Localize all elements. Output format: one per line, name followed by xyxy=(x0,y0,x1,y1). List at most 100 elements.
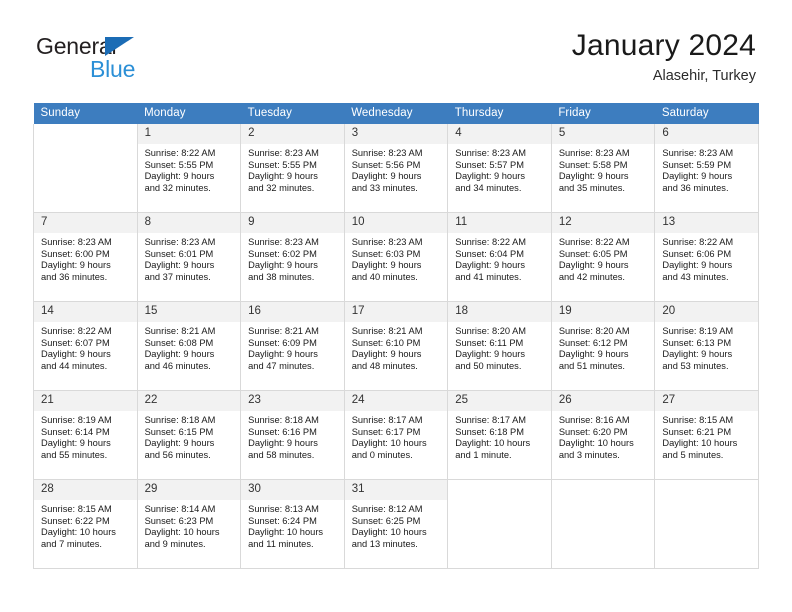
sunset-text: Sunset: 6:14 PM xyxy=(41,426,110,437)
day-number: 5 xyxy=(551,124,655,144)
sunset-text: Sunset: 6:13 PM xyxy=(662,337,732,348)
calendar-day-cell[interactable]: 5 Sunrise: 8:23 AM Sunset: 5:58 PM Daylight… xyxy=(551,124,656,213)
calendar-empty-cell xyxy=(551,479,656,569)
calendar-day-cell[interactable]: 20 Sunrise: 8:19 AM Sunset: 6:13 PM Dayligh… xyxy=(654,301,759,391)
daylight-text-line2: and 48 minutes. xyxy=(351,360,418,371)
day-number: 18 xyxy=(448,302,551,322)
sunset-text: Sunset: 6:09 PM xyxy=(248,337,317,348)
calendar-day-cell[interactable]: 27 Sunrise: 8:15 AM Sunset: 6:21 PM Dayligh… xyxy=(654,390,759,480)
day-details: Sunrise: 8:20 AM Sunset: 6:12 PM Daylight:… xyxy=(552,322,655,372)
calendar-day-cell[interactable]: 31 Sunrise: 8:12 AM Sunset: 6:25 PM Dayligh… xyxy=(344,479,449,569)
calendar-day-cell[interactable]: 24 Sunrise: 8:17 AM Sunset: 6:17 PM Dayligh… xyxy=(344,390,449,480)
sunset-text: Sunset: 6:00 PM xyxy=(41,248,110,259)
calendar-day-cell[interactable]: 29 Sunrise: 8:14 AM Sunset: 6:23 PM Dayligh… xyxy=(137,479,242,569)
calendar-day-cell[interactable]: 23 Sunrise: 8:18 AM Sunset: 6:16 PM Dayligh… xyxy=(240,390,345,480)
sunset-text: Sunset: 6:01 PM xyxy=(144,248,214,259)
sunrise-text: Sunrise: 8:23 AM xyxy=(248,148,319,158)
daylight-text-line1: Daylight: 9 hours xyxy=(144,260,215,271)
day-details: Sunrise: 8:18 AM Sunset: 6:15 PM Daylight:… xyxy=(138,411,241,461)
day-details: Sunrise: 8:23 AM Sunset: 5:57 PM Daylight:… xyxy=(448,144,551,194)
daylight-text-line1: Daylight: 9 hours xyxy=(558,349,629,360)
calendar-day-cell[interactable]: 12 Sunrise: 8:22 AM Sunset: 6:05 PM Dayligh… xyxy=(551,212,656,302)
calendar-day-cell[interactable]: 19 Sunrise: 8:20 AM Sunset: 6:12 PM Dayligh… xyxy=(551,301,656,391)
day-number: 26 xyxy=(551,391,655,411)
day-details: Sunrise: 8:19 AM Sunset: 6:14 PM Daylight:… xyxy=(34,411,137,461)
sunset-text: Sunset: 6:21 PM xyxy=(662,426,732,437)
day-number: 4 xyxy=(448,124,551,144)
calendar-day-cell[interactable]: 1 Sunrise: 8:22 AM Sunset: 5:55 PM Daylight… xyxy=(137,124,242,213)
calendar-day-cell[interactable]: 2 Sunrise: 8:23 AM Sunset: 5:55 PM Daylight… xyxy=(240,124,345,213)
daylight-text-line2: and 38 minutes. xyxy=(248,271,315,282)
daylight-text-line1: Daylight: 9 hours xyxy=(41,349,111,360)
calendar-day-cell[interactable]: 25 Sunrise: 8:17 AM Sunset: 6:18 PM Dayligh… xyxy=(447,390,552,480)
calendar-empty-cell xyxy=(654,479,759,569)
day-number: 21 xyxy=(34,391,137,411)
daylight-text-line1: Daylight: 9 hours xyxy=(351,171,422,182)
calendar-day-cell[interactable]: 6 Sunrise: 8:23 AM Sunset: 5:59 PM Daylight… xyxy=(654,124,759,213)
calendar-page: General Blue January 2024 Alasehir, Turk… xyxy=(0,0,792,612)
daylight-text-line1: Daylight: 9 hours xyxy=(144,438,215,449)
calendar-day-cell[interactable]: 4 Sunrise: 8:23 AM Sunset: 5:57 PM Daylight… xyxy=(447,124,552,213)
daylight-text-line2: and 3 minutes. xyxy=(558,449,620,460)
daylight-text-line1: Daylight: 9 hours xyxy=(248,171,318,182)
calendar-day-cell[interactable]: 22 Sunrise: 8:18 AM Sunset: 6:15 PM Dayligh… xyxy=(137,390,242,480)
calendar-day-cell[interactable]: 18 Sunrise: 8:20 AM Sunset: 6:11 PM Dayligh… xyxy=(447,301,552,391)
daylight-text-line2: and 42 minutes. xyxy=(558,271,625,282)
daylight-text-line2: and 36 minutes. xyxy=(41,271,108,282)
daylight-text-line2: and 58 minutes. xyxy=(248,449,315,460)
daylight-text-line2: and 7 minutes. xyxy=(41,538,102,549)
day-number: 11 xyxy=(448,213,551,233)
sunset-text: Sunset: 6:06 PM xyxy=(662,248,732,259)
day-number xyxy=(551,480,655,500)
calendar-day-cell[interactable]: 15 Sunrise: 8:21 AM Sunset: 6:08 PM Dayligh… xyxy=(137,301,242,391)
daylight-text-line1: Daylight: 10 hours xyxy=(558,438,634,449)
daylight-text-line1: Daylight: 9 hours xyxy=(248,349,318,360)
day-details: Sunrise: 8:22 AM Sunset: 5:55 PM Daylight:… xyxy=(138,144,241,194)
page-subtitle: Alasehir, Turkey xyxy=(652,68,756,84)
calendar-body: 1 Sunrise: 8:22 AM Sunset: 5:55 PM Daylight… xyxy=(33,124,759,569)
sunrise-text: Sunrise: 8:13 AM xyxy=(248,504,319,514)
calendar-day-cell[interactable]: 3 Sunrise: 8:23 AM Sunset: 5:56 PM Daylight… xyxy=(344,124,449,213)
day-number: 14 xyxy=(34,302,137,322)
sunset-text: Sunset: 6:22 PM xyxy=(41,515,110,526)
sunrise-text: Sunrise: 8:23 AM xyxy=(351,148,423,158)
day-number: 30 xyxy=(241,480,344,500)
calendar-day-cell[interactable]: 16 Sunrise: 8:21 AM Sunset: 6:09 PM Dayligh… xyxy=(240,301,345,391)
daylight-text-line1: Daylight: 9 hours xyxy=(455,260,526,271)
calendar-day-cell[interactable]: 9 Sunrise: 8:23 AM Sunset: 6:02 PM Daylight… xyxy=(240,212,345,302)
sunset-text: Sunset: 5:59 PM xyxy=(662,159,732,170)
sunset-text: Sunset: 6:04 PM xyxy=(455,248,524,259)
day-number: 23 xyxy=(241,391,344,411)
calendar-day-cell[interactable]: 8 Sunrise: 8:23 AM Sunset: 6:01 PM Daylight… xyxy=(137,212,242,302)
daylight-text-line2: and 5 minutes. xyxy=(662,449,724,460)
page-title: January 2024 xyxy=(571,29,756,62)
calendar-day-cell[interactable]: 26 Sunrise: 8:16 AM Sunset: 6:20 PM Dayligh… xyxy=(551,390,656,480)
weekday-header-friday: Friday xyxy=(551,103,655,124)
daylight-text-line1: Daylight: 9 hours xyxy=(41,260,111,271)
daylight-text-line1: Daylight: 10 hours xyxy=(662,438,738,449)
calendar-day-cell[interactable]: 30 Sunrise: 8:13 AM Sunset: 6:24 PM Dayligh… xyxy=(240,479,345,569)
day-number: 13 xyxy=(655,213,758,233)
day-details: Sunrise: 8:23 AM Sunset: 6:03 PM Daylight:… xyxy=(345,233,448,283)
page-header: General Blue January 2024 Alasehir, Turk… xyxy=(0,0,792,100)
calendar-day-cell[interactable]: 11 Sunrise: 8:22 AM Sunset: 6:04 PM Dayligh… xyxy=(447,212,552,302)
calendar-day-cell[interactable]: 17 Sunrise: 8:21 AM Sunset: 6:10 PM Dayligh… xyxy=(344,301,449,391)
calendar-day-cell[interactable]: 28 Sunrise: 8:15 AM Sunset: 6:22 PM Dayligh… xyxy=(33,479,138,569)
calendar-day-cell[interactable]: 13 Sunrise: 8:22 AM Sunset: 6:06 PM Dayligh… xyxy=(654,212,759,302)
calendar-day-cell[interactable]: 10 Sunrise: 8:23 AM Sunset: 6:03 PM Dayligh… xyxy=(344,212,449,302)
sunset-text: Sunset: 6:15 PM xyxy=(144,426,214,437)
sunrise-text: Sunrise: 8:21 AM xyxy=(351,326,423,336)
day-number: 28 xyxy=(34,480,137,500)
daylight-text-line2: and 32 minutes. xyxy=(144,182,211,193)
calendar-week-row: 7 Sunrise: 8:23 AM Sunset: 6:00 PM Daylight… xyxy=(33,212,759,302)
weekday-header-saturday: Saturday xyxy=(654,103,759,124)
calendar-day-cell[interactable]: 14 Sunrise: 8:22 AM Sunset: 6:07 PM Dayligh… xyxy=(33,301,138,391)
sunrise-text: Sunrise: 8:22 AM xyxy=(455,237,527,247)
sunrise-text: Sunrise: 8:19 AM xyxy=(662,326,734,336)
daylight-text-line2: and 37 minutes. xyxy=(144,271,211,282)
calendar-day-cell[interactable]: 7 Sunrise: 8:23 AM Sunset: 6:00 PM Daylight… xyxy=(33,212,138,302)
calendar-day-cell[interactable]: 21 Sunrise: 8:19 AM Sunset: 6:14 PM Dayligh… xyxy=(33,390,138,480)
sunrise-text: Sunrise: 8:20 AM xyxy=(455,326,527,336)
daylight-text-line2: and 13 minutes. xyxy=(351,538,418,549)
day-number: 29 xyxy=(137,480,241,500)
